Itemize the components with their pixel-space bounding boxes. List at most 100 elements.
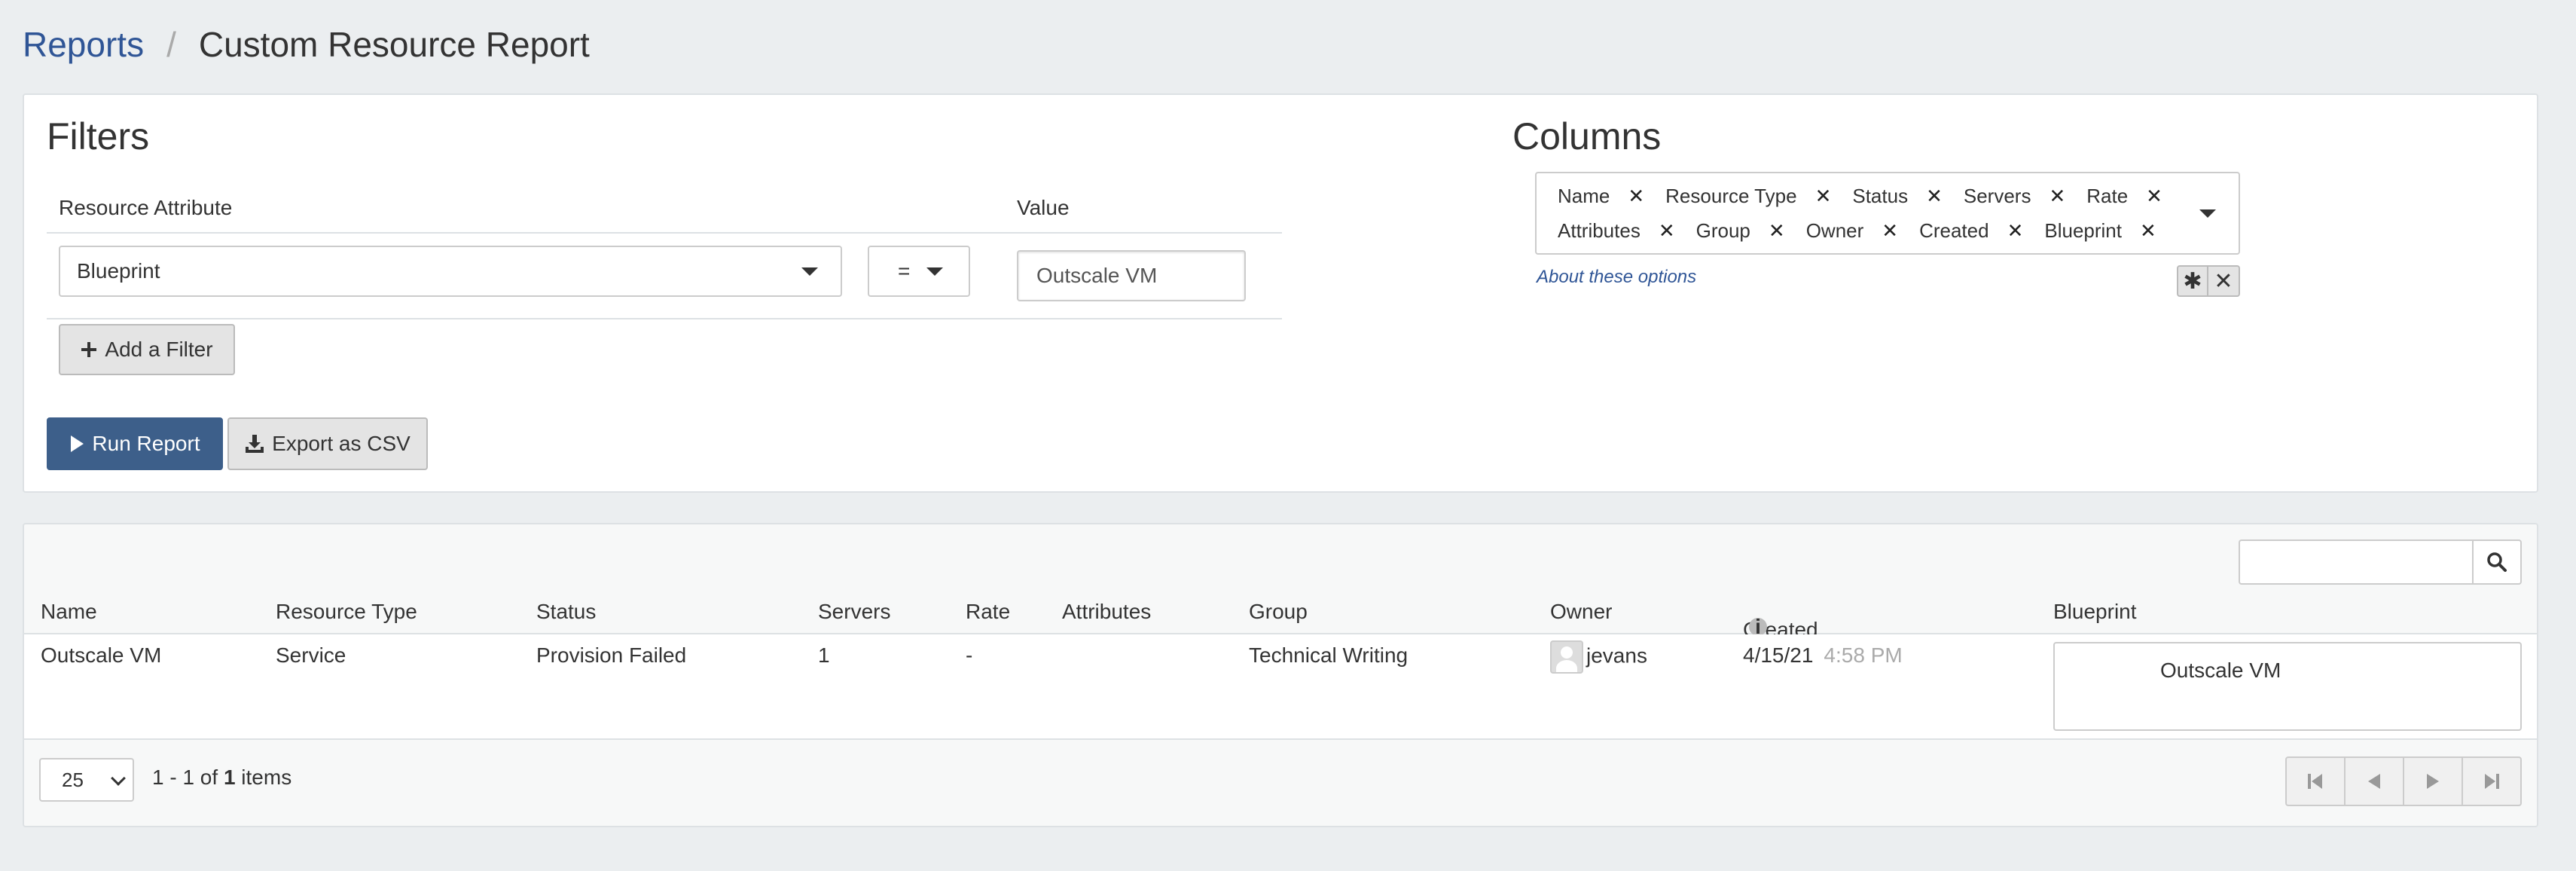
run-report-button[interactable]: Run Report — [47, 417, 223, 470]
last-page-button[interactable] — [2462, 756, 2522, 806]
filter-table-header: Resource Attribute Value — [47, 182, 1282, 234]
status-cell: Provision Failed — [536, 643, 687, 667]
group-link[interactable]: Technical Writing — [1249, 643, 1408, 668]
column-header-group[interactable]: Group — [1249, 600, 1308, 624]
servers-cell: 1 — [818, 643, 830, 667]
remove-tag-icon[interactable]: ✕ — [2146, 185, 2162, 208]
search-icon — [2487, 552, 2507, 572]
remove-tag-icon[interactable]: ✕ — [2007, 219, 2024, 243]
breadcrumb-reports-link[interactable]: Reports — [23, 24, 144, 65]
column-tag: Attributes ✕ — [1558, 219, 1675, 243]
first-page-button[interactable] — [2285, 756, 2346, 806]
column-header-name[interactable]: Name — [41, 600, 97, 624]
created-time: 4:58 PM — [1824, 643, 1903, 667]
caret-down-icon[interactable] — [2199, 209, 2216, 218]
add-filter-button[interactable]: Add a Filter — [59, 324, 235, 375]
search-button[interactable] — [2472, 539, 2522, 585]
operator-select[interactable]: = — [868, 246, 970, 297]
filter-row: Blueprint = Outscale VM — [47, 234, 1282, 319]
remove-tag-icon[interactable]: ✕ — [1659, 219, 1675, 243]
column-header-rate[interactable]: Rate — [966, 600, 1010, 624]
column-header-resource-type[interactable]: Resource Type — [276, 600, 417, 624]
column-tags-line: Attributes ✕ Group ✕ Owner ✕ Created ✕ Bluep… — [1558, 217, 2178, 244]
page-info: 1 - 1 of 1 items — [152, 766, 292, 789]
prev-page-button[interactable] — [2344, 756, 2404, 806]
table-header: Name Resource Type Status Servers Rate A… — [24, 582, 2537, 641]
download-icon — [246, 435, 264, 453]
last-page-icon — [2485, 774, 2499, 789]
column-tags-line: Name ✕ Resource Type ✕ Status ✕ Servers ✕ Ra… — [1558, 182, 2184, 209]
column-header-owner[interactable]: Owner — [1550, 600, 1612, 624]
filters-panel: Filters Resource Attribute Value Bluepri… — [23, 93, 2538, 493]
info-icon[interactable]: i — [1749, 616, 1767, 637]
prev-page-icon — [2368, 774, 2380, 789]
column-header-servers[interactable]: Servers — [818, 600, 890, 624]
page-size-value: 25 — [62, 768, 84, 791]
run-report-label: Run Report — [92, 432, 200, 455]
pager-buttons — [2285, 756, 2522, 806]
column-header-status[interactable]: Status — [536, 600, 596, 624]
column-tag: Group ✕ — [1695, 219, 1785, 243]
attribute-select-value: Blueprint — [77, 259, 160, 283]
chevron-down-icon — [111, 771, 126, 786]
results-search — [2239, 539, 2522, 585]
columns-title: Columns — [1512, 115, 1662, 157]
clear-columns-button[interactable]: ✕ — [2208, 265, 2240, 297]
column-tag: Blueprint ✕ — [2044, 219, 2156, 243]
blueprint-name: Outscale VM — [2160, 659, 2281, 682]
created-cell: 4/15/21 4:58 PM — [1743, 643, 1903, 668]
column-tag: Owner ✕ — [1805, 219, 1899, 243]
plus-icon — [81, 342, 97, 357]
remove-tag-icon[interactable]: ✕ — [1926, 185, 1943, 208]
rate-cell: - — [966, 643, 973, 667]
caret-down-icon — [801, 267, 818, 276]
created-date: 4/15/21 — [1743, 643, 1814, 667]
filters-title: Filters — [47, 115, 150, 157]
about-options-link[interactable]: About these options — [1537, 267, 1696, 288]
remove-tag-icon[interactable]: ✕ — [2140, 219, 2156, 243]
operator-select-value: = — [898, 259, 911, 283]
column-tag: Name ✕ — [1558, 184, 1645, 208]
breadcrumb-separator: / — [166, 25, 176, 64]
column-tag: Servers ✕ — [1963, 184, 2066, 208]
filter-header-attribute: Resource Attribute — [59, 196, 233, 219]
remove-tag-icon[interactable]: ✕ — [1815, 185, 1832, 208]
first-page-icon — [2308, 774, 2322, 789]
columns-bulk-buttons: ✱ ✕ — [2177, 265, 2240, 297]
filter-value-input[interactable]: Outscale VM — [1017, 250, 1246, 301]
add-filter-label: Add a Filter — [105, 338, 213, 361]
export-csv-button[interactable]: Export as CSV — [227, 417, 428, 470]
remove-tag-icon[interactable]: ✕ — [1882, 219, 1898, 243]
next-page-button[interactable] — [2403, 756, 2463, 806]
remove-tag-icon[interactable]: ✕ — [1769, 219, 1785, 243]
column-tag: Created ✕ — [1919, 219, 2024, 243]
breadcrumb: Reports / Custom Resource Report — [23, 18, 590, 71]
remove-tag-icon[interactable]: ✕ — [1628, 185, 1644, 208]
avatar — [1550, 640, 1583, 674]
resource-type-cell: Service — [276, 643, 346, 667]
caret-down-icon — [926, 267, 943, 276]
search-input[interactable] — [2239, 539, 2472, 585]
owner-cell: jevans — [1550, 640, 1647, 674]
select-all-columns-button[interactable]: ✱ — [2177, 265, 2208, 297]
owner-name: jevans — [1586, 643, 1647, 668]
blueprint-card: Outscale VM — [2053, 642, 2522, 731]
pagination-bar: 25 1 - 1 of 1 items — [24, 740, 2537, 820]
filter-header-value: Value — [1017, 196, 1070, 219]
results-table: Name Resource Type Status Servers Rate A… — [24, 582, 2537, 820]
column-tag: Resource Type ✕ — [1665, 184, 1832, 208]
column-tag: Status ✕ — [1852, 184, 1943, 208]
attribute-select[interactable]: Blueprint — [59, 246, 842, 297]
table-row: Outscale VM Service Provision Failed 1 -… — [24, 634, 2537, 740]
page-title: Custom Resource Report — [198, 25, 590, 64]
column-header-blueprint[interactable]: Blueprint — [2053, 600, 2137, 624]
columns-multiselect[interactable]: Name ✕ Resource Type ✕ Status ✕ Servers ✕ Ra… — [1535, 172, 2240, 255]
play-icon — [71, 436, 84, 452]
column-tag: Rate ✕ — [2086, 184, 2162, 208]
remove-tag-icon[interactable]: ✕ — [2049, 185, 2065, 208]
resource-name-link[interactable]: Outscale VM — [41, 643, 161, 668]
page-size-select[interactable]: 25 — [39, 758, 134, 802]
column-header-attributes[interactable]: Attributes — [1062, 600, 1151, 624]
results-panel: Name Resource Type Status Servers Rate A… — [23, 523, 2538, 827]
next-page-icon — [2427, 774, 2439, 789]
